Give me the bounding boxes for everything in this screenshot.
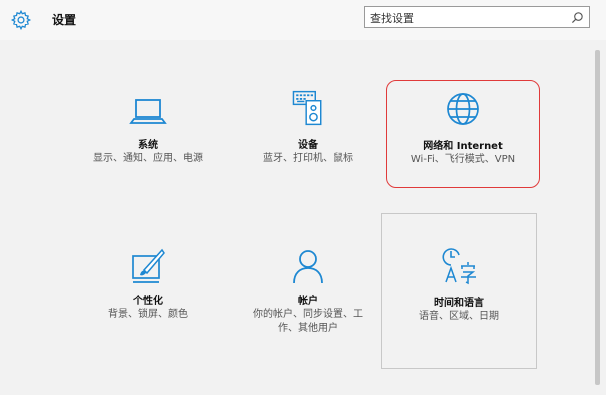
tile-personalization-description: 背景、锁屏、颜色 — [108, 309, 188, 320]
laptop-icon — [129, 99, 167, 124]
tile-devices-title: 设备 — [298, 140, 318, 151]
tile-accounts-title: 帐户 — [298, 296, 318, 307]
tile-devices[interactable]: 设备 蓝牙、打印机、鼠标 — [238, 82, 378, 218]
paintbrush-screen-icon — [132, 248, 165, 283]
tile-time-language-description: 语音、区域、日期 — [419, 311, 499, 322]
settings-window: 设置 查找设置 系统 显示、通知、应用、电源 设备 蓝牙、打印机、鼠标 网络和 … — [0, 0, 606, 395]
tile-system[interactable]: 系统 显示、通知、应用、电源 — [78, 82, 218, 218]
clock-language-icon — [442, 248, 476, 285]
tile-network-description: Wi-Fi、飞行模式、VPN — [410, 154, 516, 165]
tile-personalization-title: 个性化 — [133, 296, 163, 307]
tile-time-language[interactable]: 时间和语言 语音、区域、日期 — [381, 213, 537, 369]
tile-accounts-description: 你的帐户、同步设置、工作、其他用户 — [253, 309, 363, 334]
person-icon — [293, 250, 323, 284]
gear-icon[interactable] — [10, 9, 32, 31]
search-placeholder: 查找设置 — [370, 12, 414, 25]
title-bar: 设置 查找设置 — [0, 0, 606, 40]
tile-accounts[interactable]: 帐户 你的帐户、同步设置、工作、其他用户 — [238, 246, 378, 382]
tile-network-title: 网络和 Internet — [423, 141, 503, 152]
tile-system-description: 显示、通知、应用、电源 — [93, 153, 203, 164]
tile-network[interactable]: 网络和 Internet Wi-Fi、飞行模式、VPN — [386, 80, 540, 188]
scrollbar-thumb[interactable] — [595, 50, 600, 385]
keyboard-device-icon — [292, 90, 322, 126]
page-title: 设置 — [52, 13, 77, 27]
globe-icon — [447, 93, 479, 125]
tile-personalization[interactable]: 个性化 背景、锁屏、颜色 — [78, 246, 218, 382]
tile-devices-description: 蓝牙、打印机、鼠标 — [263, 153, 353, 164]
search-icon[interactable] — [571, 11, 584, 24]
tile-system-title: 系统 — [138, 140, 158, 151]
tile-time-language-title: 时间和语言 — [434, 298, 484, 309]
search-input[interactable]: 查找设置 — [364, 6, 590, 28]
